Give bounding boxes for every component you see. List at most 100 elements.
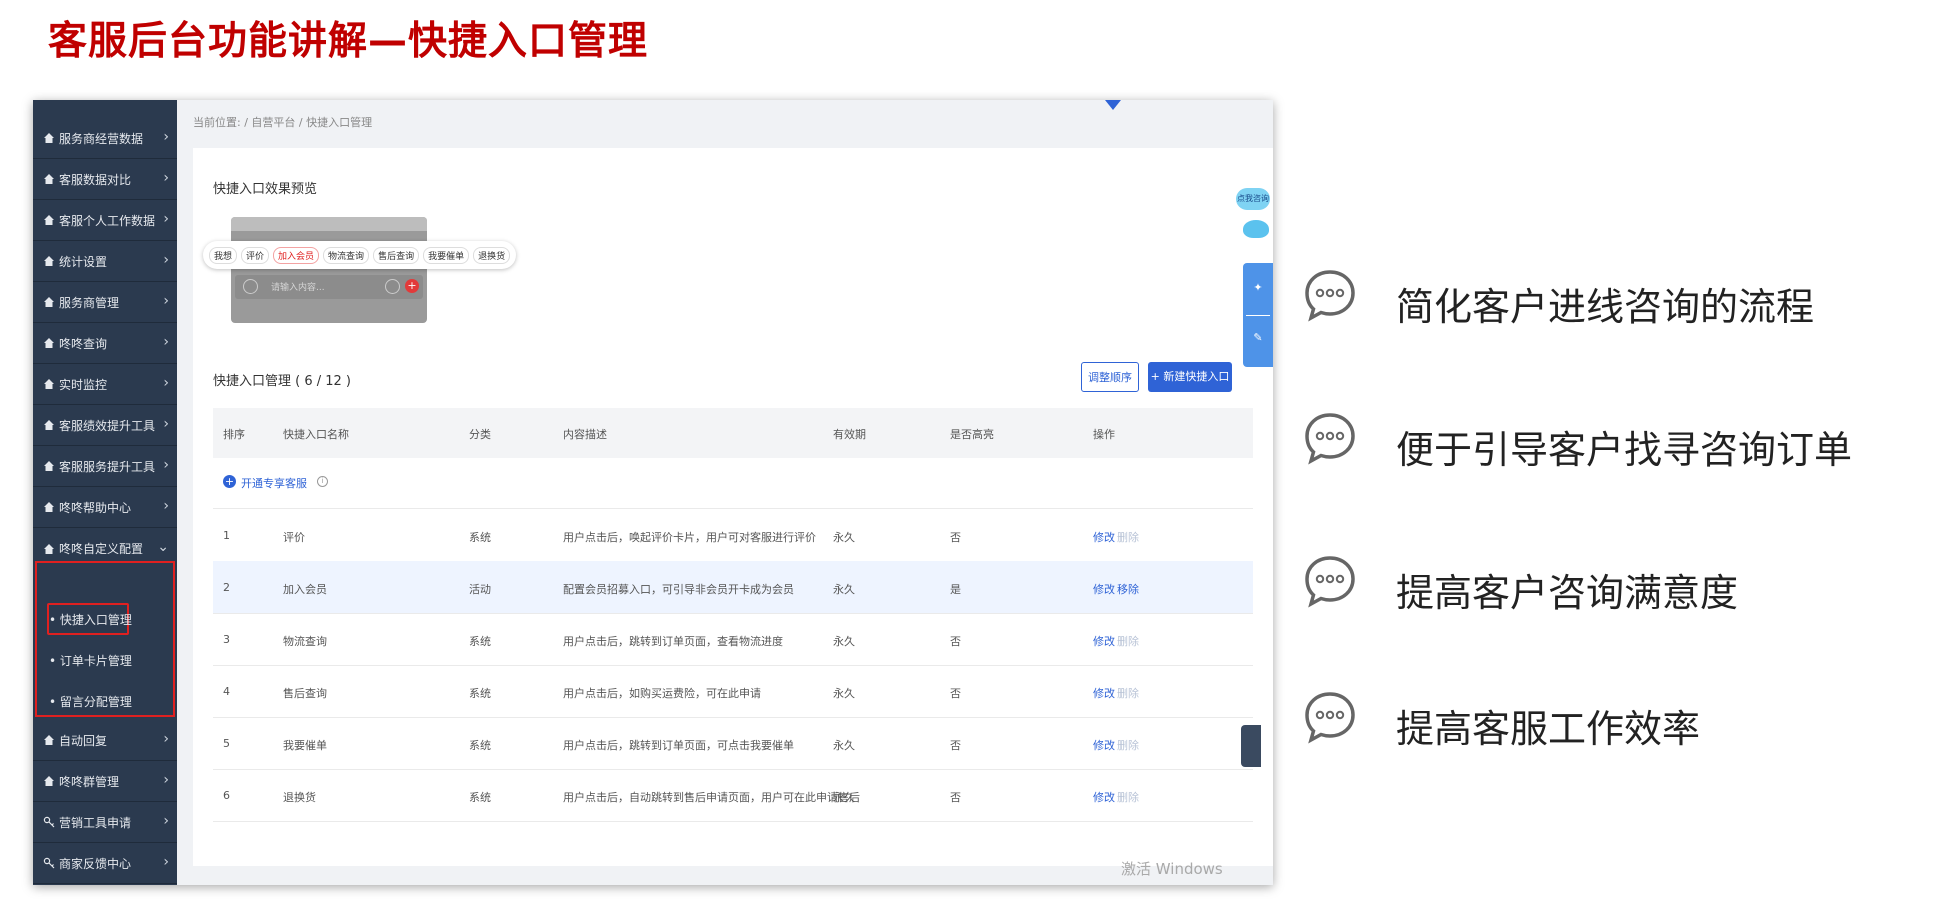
cell-validity: 永久 [833, 739, 855, 752]
delete-link[interactable]: 删除 [1117, 633, 1139, 649]
slide-title: 客服后台功能讲解—快捷入口管理 [48, 19, 649, 64]
chart-float-button[interactable] [1241, 725, 1261, 767]
phone-input-bar: 请输入内容... + [235, 275, 423, 299]
chip: 退换货 [473, 246, 511, 264]
edit-link[interactable]: 修改 [1093, 737, 1115, 753]
cell-validity: 永久 [833, 687, 855, 700]
sidebar-sub-item-quick-entry[interactable]: • 快捷入口管理 [49, 611, 132, 628]
cell-name: 评价 [283, 531, 305, 544]
chevron-down-icon: ⌄ [157, 539, 169, 555]
microphone-icon [243, 279, 258, 294]
cell-category: 活动 [469, 583, 491, 596]
table-row: 4 售后查询 系统 用户点击后，如购买运费险，可在此申请 永久 否 修改 删除 [213, 665, 1253, 718]
sidebar-item-label: 咚咚群管理 [59, 774, 120, 789]
cell-validity: 永久 [833, 635, 855, 648]
home-icon [44, 543, 54, 554]
sidebar-item-label: 咚咚查询 [59, 336, 108, 351]
lightbulb-icon[interactable]: ✦ [1251, 281, 1265, 295]
chevron-right-icon: › [163, 457, 169, 473]
column-header: 是否高亮 [950, 428, 994, 441]
benefit-text: 便于引导客户找寻咨询订单 [1396, 428, 1853, 472]
cell-order: 5 [223, 737, 230, 750]
edit-link[interactable]: 修改 [1093, 529, 1115, 545]
remove-link[interactable]: 移除 [1117, 581, 1139, 597]
edit-link[interactable]: 修改 [1093, 581, 1115, 597]
sidebar-item[interactable]: 统计设置 › [33, 241, 177, 282]
chip: 我要催单 [423, 246, 470, 264]
column-header: 操作 [1093, 428, 1115, 441]
phone-header [231, 217, 427, 231]
cell-category: 系统 [469, 739, 491, 752]
column-header: 内容描述 [563, 428, 607, 441]
home-icon [44, 735, 54, 745]
new-quick-entry-button[interactable]: + 新建快捷入口 [1148, 362, 1232, 392]
preview-title: 快捷入口效果预览 [213, 182, 318, 197]
consult-badge[interactable]: 点我咨询 [1236, 188, 1270, 210]
floating-toolbar: ✦ ✎ [1243, 263, 1273, 367]
sidebar-item[interactable]: 咚咚群管理 › [33, 761, 177, 802]
sidebar-item-label: 咚咚自定义配置 [59, 542, 144, 556]
chevron-right-icon: › [163, 252, 169, 268]
sidebar-item[interactable]: 商家反馈中心 › [33, 843, 177, 884]
info-icon[interactable]: i [317, 476, 328, 487]
cell-desc: 用户点击后，如购买运费险，可在此申请 [563, 687, 761, 700]
sidebar-item[interactable]: 实时监控 › [33, 364, 177, 405]
home-icon [44, 133, 54, 143]
open-exclusive-row: + 开通专享客服 i [213, 458, 1253, 509]
home-icon [44, 379, 54, 389]
benefit-text: 提高客户咨询满意度 [1396, 571, 1739, 615]
cell-highlight: 否 [950, 791, 961, 804]
cell-category: 系统 [469, 531, 491, 544]
adjust-order-button[interactable]: 调整顺序 [1081, 362, 1139, 392]
sidebar-item[interactable]: 咚咚帮助中心 › [33, 487, 177, 528]
table-header: 排序 快捷入口名称 分类 内容描述 有效期 是否高亮 操作 [213, 408, 1253, 458]
sidebar-item[interactable]: 客服绩效提升工具 › [33, 405, 177, 446]
sidebar-item-label: 营销工具申请 [59, 815, 132, 830]
chat-bubble-icon [1305, 556, 1355, 608]
home-icon [44, 297, 54, 307]
sidebar-item[interactable]: 服务商管理 › [33, 282, 177, 323]
sidebar-item-label: 统计设置 [59, 254, 108, 269]
sidebar-sub-item-order-card[interactable]: • 订单卡片管理 [49, 652, 132, 669]
chevron-right-icon: › [163, 498, 169, 514]
sidebar-sub-item-message-assign[interactable]: • 留言分配管理 [49, 693, 132, 710]
delete-link[interactable]: 删除 [1117, 685, 1139, 701]
cell-desc: 用户点击后，跳转到订单页面，可点击我要催单 [563, 739, 794, 752]
windows-activation-watermark: 激活 Windows [1121, 860, 1223, 878]
sidebar-item[interactable]: 客服数据对比 › [33, 159, 177, 200]
tool-icon[interactable]: ✎ [1251, 331, 1265, 345]
edit-link[interactable]: 修改 [1093, 685, 1115, 701]
sidebar-item-label: 实时监控 [59, 377, 108, 392]
add-circle-icon[interactable]: + [223, 475, 236, 488]
chip: 物流查询 [323, 246, 370, 264]
open-exclusive-link[interactable]: 开通专享客服 [241, 475, 307, 491]
sidebar-item-label: 服务商管理 [59, 295, 120, 310]
sidebar-item[interactable]: 服务商经营数据 › [33, 118, 177, 159]
sidebar-item[interactable]: 咚咚查询 › [33, 323, 177, 364]
delete-link[interactable]: 删除 [1117, 789, 1139, 805]
edit-link[interactable]: 修改 [1093, 789, 1115, 805]
sidebar-item[interactable]: 客服服务提升工具 › [33, 446, 177, 487]
chevron-right-icon: › [163, 416, 169, 432]
admin-screenshot: 服务商经营数据 › 客服数据对比 › 客服个人工作数据 › 统计设置 › 服务商… [33, 100, 1273, 885]
table-row: 6 退换货 系统 用户点击后，自动跳转到售后申请页面，用户可在此申请售后 永久 … [213, 769, 1253, 822]
cell-validity: 永久 [833, 583, 855, 596]
edit-link[interactable]: 修改 [1093, 633, 1115, 649]
benefit-text: 提高客服工作效率 [1396, 707, 1701, 751]
sidebar-item-label: 客服绩效提升工具 [59, 418, 156, 433]
cell-order: 2 [223, 581, 230, 594]
cell-name: 加入会员 [283, 583, 327, 596]
cell-desc: 配置会员招募入口，可引导非会员开卡成为会员 [563, 583, 794, 596]
sidebar-item[interactable]: 自动回复 › [33, 720, 177, 761]
sidebar-item[interactable]: 客服个人工作数据 › [33, 200, 177, 241]
delete-link[interactable]: 删除 [1117, 737, 1139, 753]
cell-highlight: 否 [950, 687, 961, 700]
chevron-right-icon: › [163, 813, 169, 829]
table-row: 3 物流查询 系统 用户点击后，跳转到订单页面，查看物流进度 永久 否 修改 删… [213, 613, 1253, 666]
delete-link[interactable]: 删除 [1117, 529, 1139, 545]
table-row: 1 评价 系统 用户点击后，唤起评价卡片，用户可对客服进行评价 永久 否 修改 … [213, 509, 1253, 562]
table-row: 5 我要催单 系统 用户点击后，跳转到订单页面，可点击我要催单 永久 否 修改 … [213, 717, 1253, 770]
cell-highlight: 否 [950, 739, 961, 752]
sidebar-item[interactable]: 营销工具申请 › [33, 802, 177, 843]
sidebar-item-label: 服务商经营数据 [59, 131, 144, 146]
